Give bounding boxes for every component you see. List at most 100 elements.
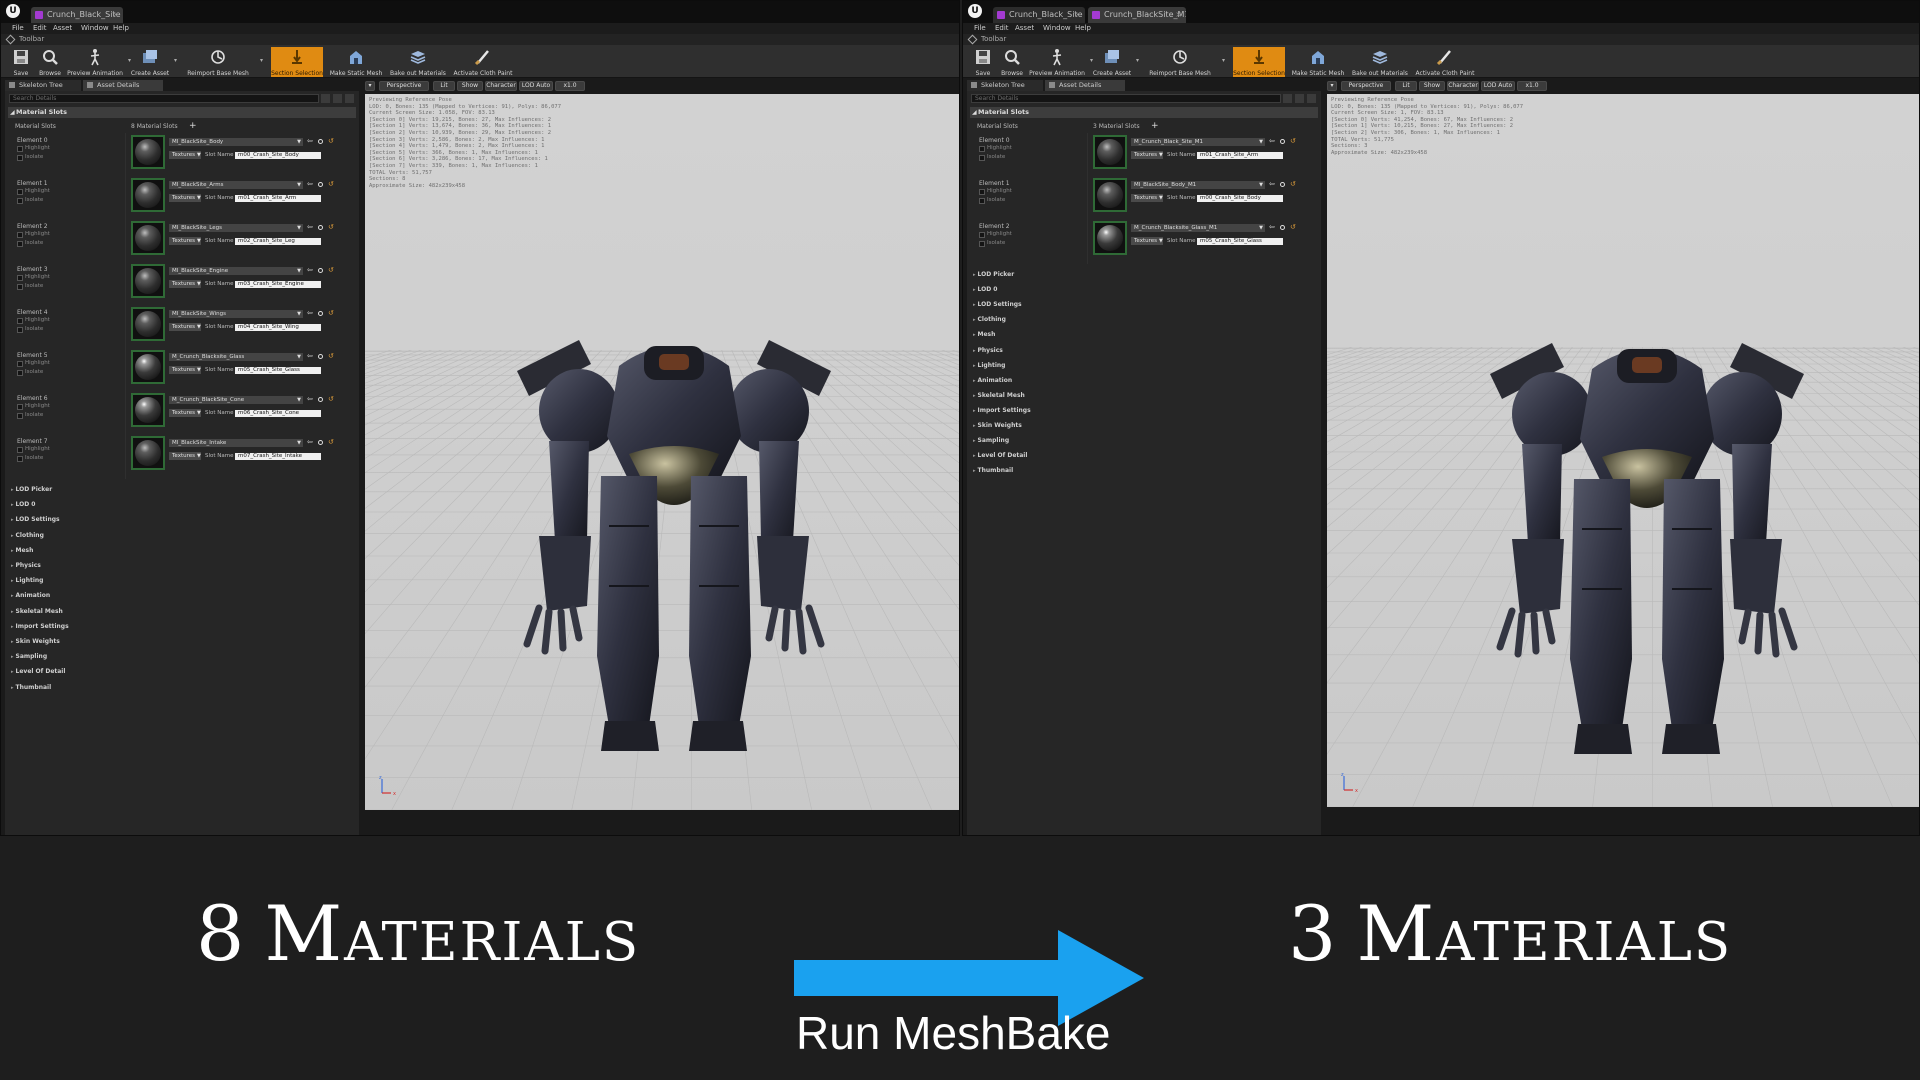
slot-name-input[interactable]: m06_Crash_Site_Cone — [235, 409, 321, 417]
section-thumbnail[interactable]: ▸ Thumbnail — [973, 466, 1013, 476]
character-button[interactable]: Character — [485, 81, 517, 91]
playback-speed-button[interactable]: x1.0 — [1517, 81, 1547, 91]
material-thumbnail[interactable] — [131, 307, 165, 341]
lit-button[interactable]: Lit — [1395, 81, 1417, 91]
material-thumbnail[interactable] — [1093, 221, 1127, 255]
section-mesh[interactable]: ▸ Mesh — [973, 330, 995, 340]
section-selection-button[interactable]: Section Selection — [1233, 47, 1285, 77]
browse-asset-icon[interactable] — [318, 268, 323, 273]
viewport-options-button[interactable]: ▾ — [365, 81, 375, 91]
close-tab-icon[interactable]: × — [112, 7, 119, 23]
panel-tab-skeleton-tree[interactable]: Skeleton Tree — [967, 80, 1043, 91]
reset-to-default-icon[interactable]: ↺ — [328, 353, 334, 360]
slot-name-input[interactable]: m03_Crash_Site_Engine — [235, 280, 321, 288]
isolate-checkbox[interactable] — [17, 155, 23, 161]
section-level-of-detail[interactable]: ▸ Level Of Detail — [973, 451, 1027, 461]
use-selected-arrow-icon[interactable]: ⇦ — [307, 310, 313, 317]
menu-item-edit[interactable]: Edit — [33, 23, 47, 34]
material-thumbnail[interactable] — [131, 221, 165, 255]
section-mesh[interactable]: ▸ Mesh — [11, 546, 33, 556]
reset-to-default-icon[interactable]: ↺ — [328, 181, 334, 188]
material-thumbnail[interactable] — [1093, 178, 1127, 212]
bake-materials-button[interactable]: Bake out Materials — [1351, 47, 1409, 77]
material-dropdown[interactable]: MI_BlackSite_Body_M1 ▼ — [1131, 181, 1265, 189]
material-thumbnail[interactable] — [131, 436, 165, 470]
dropdown-arrow-icon[interactable]: ▾ — [1222, 57, 1225, 64]
asset-tab[interactable]: Crunch_Black_Site × — [31, 7, 123, 23]
reimport-button[interactable]: Reimport Base Mesh ▾ — [179, 47, 263, 77]
viewport-options-button[interactable]: ▾ — [1327, 81, 1337, 91]
view-options-icon[interactable] — [333, 94, 342, 103]
material-dropdown[interactable]: MI_BlackSite_Legs ▼ — [169, 224, 303, 232]
menu-item-asset[interactable]: Asset — [53, 23, 72, 34]
dropdown-arrow-icon[interactable]: ▾ — [260, 57, 263, 64]
save-button[interactable]: Save — [7, 47, 35, 77]
viewport[interactable]: Previewing Reference Pose LOD: 0, Bones: … — [1327, 94, 1919, 807]
isolate-checkbox[interactable] — [17, 241, 23, 247]
browse-asset-icon[interactable] — [318, 440, 323, 445]
use-selected-arrow-icon[interactable]: ⇦ — [1269, 138, 1275, 145]
lod-auto-button[interactable]: LOD Auto — [1481, 81, 1515, 91]
slot-name-input[interactable]: m05_Crash_Site_Glass — [1197, 237, 1283, 245]
close-tab-icon[interactable]: × — [1175, 7, 1182, 23]
browse-asset-icon[interactable] — [1280, 225, 1285, 230]
menu-item-help[interactable]: Help — [113, 23, 129, 34]
eye-icon[interactable] — [345, 94, 354, 103]
section-sampling[interactable]: ▸ Sampling — [973, 436, 1009, 446]
isolate-checkbox[interactable] — [17, 327, 23, 333]
browse-button[interactable]: Browse — [997, 47, 1027, 77]
section-lod-picker[interactable]: ▸ LOD Picker — [973, 270, 1014, 280]
textures-dropdown[interactable]: Textures ▼ — [169, 280, 201, 288]
reset-to-default-icon[interactable]: ↺ — [328, 310, 334, 317]
playback-speed-button[interactable]: x1.0 — [555, 81, 585, 91]
bake-materials-button[interactable]: Bake out Materials — [389, 47, 447, 77]
reset-to-default-icon[interactable]: ↺ — [1290, 138, 1296, 145]
browse-asset-icon[interactable] — [1280, 182, 1285, 187]
browse-asset-icon[interactable] — [318, 354, 323, 359]
section-lighting[interactable]: ▸ Lighting — [11, 576, 43, 586]
material-dropdown[interactable]: M_Crunch_Black_Site_M1 ▼ — [1131, 138, 1265, 146]
material-dropdown[interactable]: MI_BlackSite_Intake ▼ — [169, 439, 303, 447]
menu-item-file[interactable]: File — [12, 23, 24, 34]
section-animation[interactable]: ▸ Animation — [11, 591, 50, 601]
slot-name-input[interactable]: m00_Crash_Site_Body — [235, 151, 321, 159]
material-dropdown[interactable]: MI_BlackSite_Engine ▼ — [169, 267, 303, 275]
material-dropdown[interactable]: MI_BlackSite_Body ▼ — [169, 138, 303, 146]
material-thumbnail[interactable] — [131, 393, 165, 427]
isolate-checkbox[interactable] — [17, 456, 23, 462]
textures-dropdown[interactable]: Textures ▼ — [169, 151, 201, 159]
menu-item-file[interactable]: File — [974, 23, 986, 34]
section-lod-0[interactable]: ▸ LOD 0 — [11, 500, 35, 510]
search-details-input[interactable]: Search Details — [9, 94, 319, 103]
isolate-checkbox[interactable] — [17, 284, 23, 290]
isolate-checkbox[interactable] — [979, 155, 985, 161]
panel-tab-asset-details[interactable]: Asset Details — [1045, 80, 1125, 91]
isolate-checkbox[interactable] — [17, 370, 23, 376]
material-dropdown[interactable]: M_Crunch_Blacksite_Glass_M1 ▼ — [1131, 224, 1265, 232]
highlight-checkbox[interactable] — [17, 232, 23, 238]
slot-name-input[interactable]: m00_Crash_Site_Body — [1197, 194, 1283, 202]
panel-tab-asset-details[interactable]: Asset Details — [83, 80, 163, 91]
section-animation[interactable]: ▸ Animation — [973, 376, 1012, 386]
section-import-settings[interactable]: ▸ Import Settings — [11, 622, 69, 632]
material-thumbnail[interactable] — [131, 178, 165, 212]
highlight-checkbox[interactable] — [17, 275, 23, 281]
search-icon[interactable] — [321, 94, 330, 103]
highlight-checkbox[interactable] — [979, 232, 985, 238]
menu-item-asset[interactable]: Asset — [1015, 23, 1034, 34]
add-material-slot-icon[interactable]: + — [189, 120, 197, 132]
isolate-checkbox[interactable] — [17, 198, 23, 204]
eye-icon[interactable] — [1307, 94, 1316, 103]
slot-name-input[interactable]: m05_Crash_Site_Glass — [235, 366, 321, 374]
show-button[interactable]: Show — [457, 81, 483, 91]
material-dropdown[interactable]: M_Crunch_Blacksite_Glass ▼ — [169, 353, 303, 361]
lit-button[interactable]: Lit — [433, 81, 455, 91]
save-button[interactable]: Save — [969, 47, 997, 77]
dropdown-arrow-icon[interactable]: ▾ — [1136, 57, 1139, 64]
browse-button[interactable]: Browse — [35, 47, 65, 77]
highlight-checkbox[interactable] — [17, 146, 23, 152]
reset-to-default-icon[interactable]: ↺ — [1290, 224, 1296, 231]
reset-to-default-icon[interactable]: ↺ — [328, 396, 334, 403]
material-dropdown[interactable]: M_Crunch_BlackSite_Cone ▼ — [169, 396, 303, 404]
view-options-icon[interactable] — [1295, 94, 1304, 103]
